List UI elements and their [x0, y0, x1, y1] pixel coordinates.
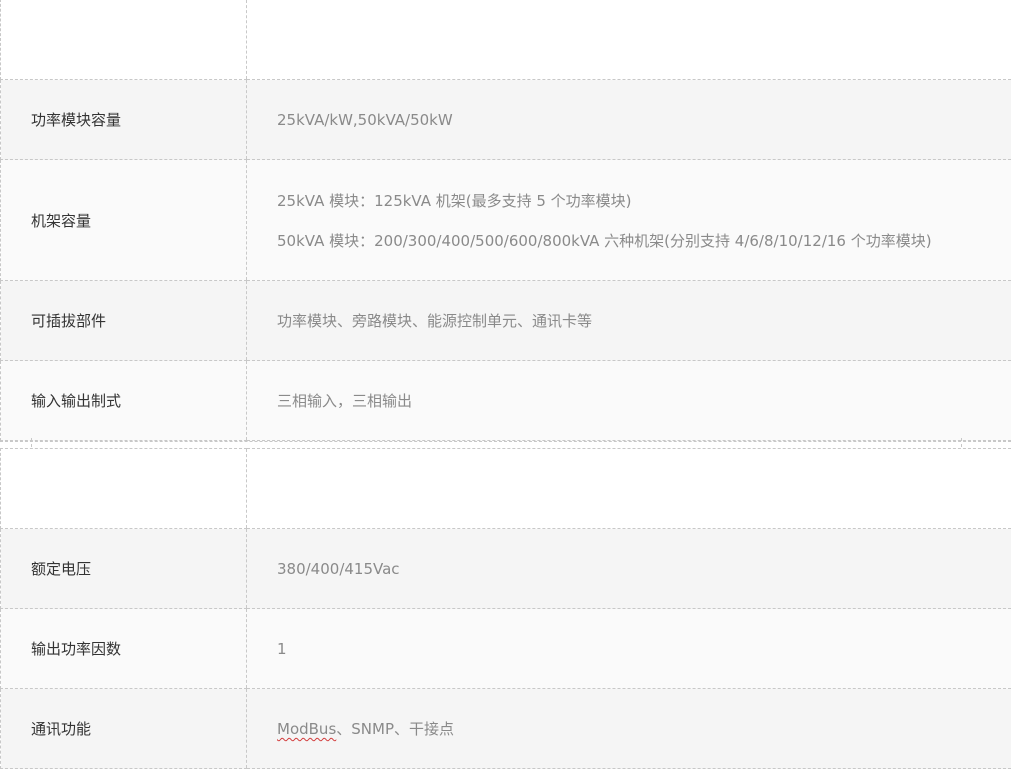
spec-table-1: 功率模块容量 25kVA/kW,50kVA/50kW 机架容量 25kVA 模块… [0, 0, 1011, 441]
spec-label: 通讯功能 [1, 689, 247, 769]
spec-value-line: 25kVA 模块：125kVA 机架(最多支持 5 个功率模块) [277, 190, 1011, 211]
spec-label [1, 0, 247, 80]
spec-value: 功率模块、旁路模块、能源控制单元、通讯卡等 [247, 281, 1011, 361]
spec-label: 输出功率因数 [1, 609, 247, 689]
spellcheck-word: ModBus [277, 720, 336, 738]
spec-label: 机架容量 [1, 160, 247, 281]
table-row: 机架容量 25kVA 模块：125kVA 机架(最多支持 5 个功率模块) 50… [1, 160, 1011, 281]
table-row: 额定电压 380/400/415Vac [1, 529, 1011, 609]
spec-value [247, 449, 1011, 529]
spec-value-rest: 、SNMP、干接点 [336, 720, 454, 738]
table-row: 可插拔部件 功率模块、旁路模块、能源控制单元、通讯卡等 [1, 281, 1011, 361]
table-row: 通讯功能 ModBus、SNMP、干接点 [1, 689, 1011, 769]
table-row: 输入输出制式 三相输入，三相输出 [1, 361, 1011, 441]
table-row [1, 0, 1011, 80]
spec-label: 功率模块容量 [1, 80, 247, 160]
table-row: 输出功率因数 1 [1, 609, 1011, 689]
divider-tick [31, 438, 33, 447]
spec-value: 1 [247, 609, 1011, 689]
spec-value-line: 50kVA 模块：200/300/400/500/600/800kVA 六种机架… [277, 230, 1011, 251]
spec-table-2: 额定电压 380/400/415Vac 输出功率因数 1 通讯功能 ModBus… [0, 448, 1011, 769]
spec-value: 25kVA/kW,50kVA/50kW [247, 80, 1011, 160]
spec-label [1, 449, 247, 529]
spec-label: 额定电压 [1, 529, 247, 609]
table-row: 功率模块容量 25kVA/kW,50kVA/50kW [1, 80, 1011, 160]
spec-value [247, 0, 1011, 80]
divider [0, 441, 1011, 442]
spec-label: 输入输出制式 [1, 361, 247, 441]
spec-value: 380/400/415Vac [247, 529, 1011, 609]
spec-label: 可插拔部件 [1, 281, 247, 361]
spec-value-multiline: 25kVA 模块：125kVA 机架(最多支持 5 个功率模块) 50kVA 模… [247, 160, 1011, 281]
spec-value: ModBus、SNMP、干接点 [247, 689, 1011, 769]
table-row [1, 449, 1011, 529]
spec-value: 三相输入，三相输出 [247, 361, 1011, 441]
divider-tick [961, 438, 963, 447]
